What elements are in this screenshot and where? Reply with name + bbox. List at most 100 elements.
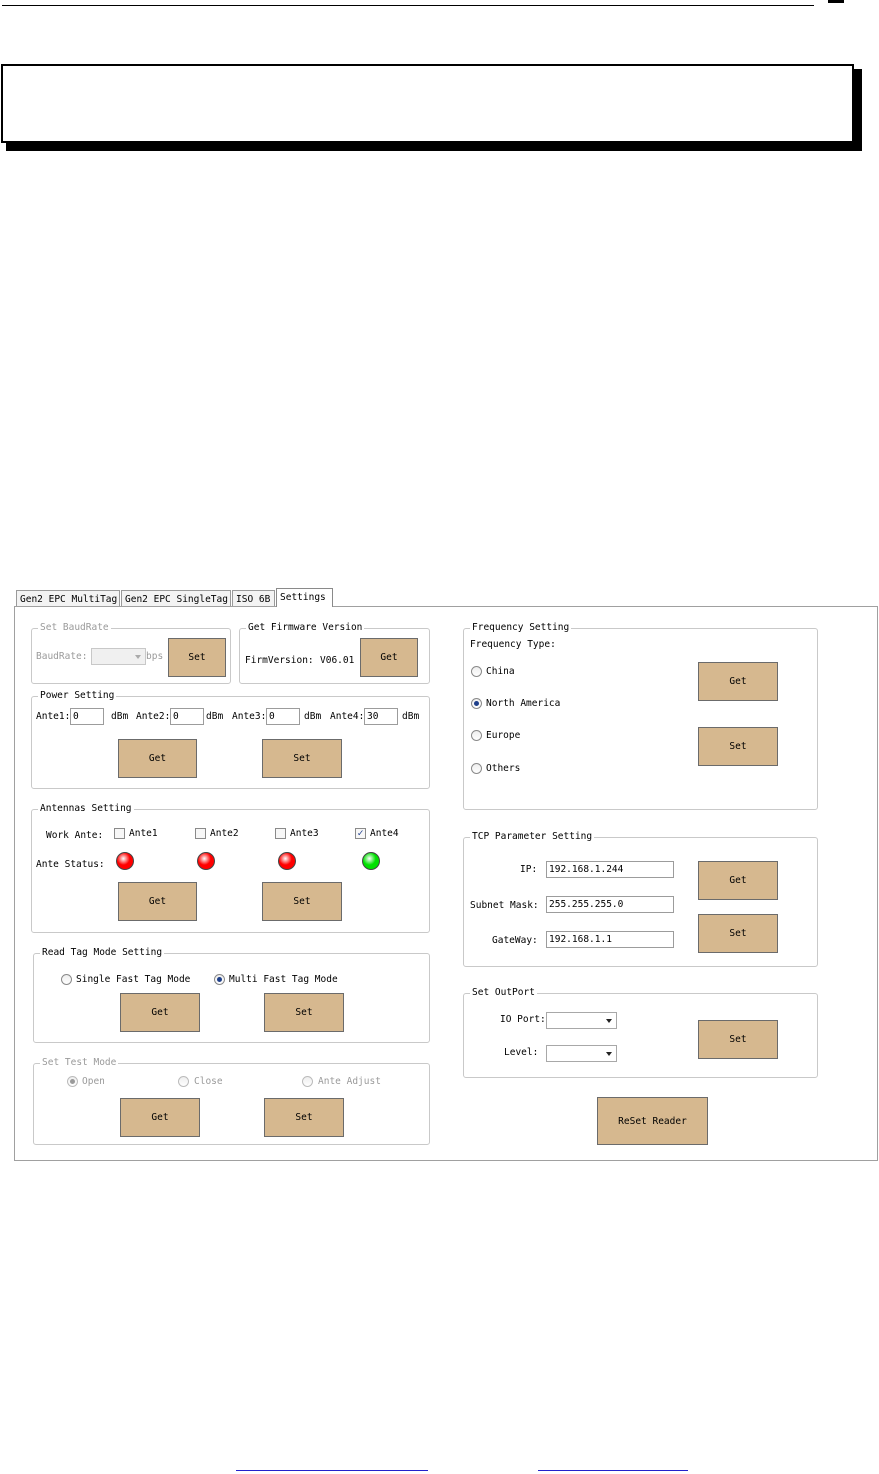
frequency-set-button[interactable]: Set <box>698 727 778 766</box>
power-ante3-unit: dBm <box>304 711 322 722</box>
test-mode-legend: Set Test Mode <box>40 1057 119 1069</box>
freq-others-label: Others <box>486 763 521 774</box>
multi-fast-radio[interactable] <box>214 974 225 985</box>
ante2-checkbox-label: Ante2 <box>210 828 239 839</box>
single-fast-radio[interactable] <box>61 974 72 985</box>
firmware-group: Get Firmware Version FirmVersion: V06.01… <box>239 622 430 684</box>
footer-link-1[interactable] <box>236 1470 428 1471</box>
power-get-button[interactable]: Get <box>118 739 197 778</box>
ante1-checkbox-label: Ante1 <box>129 828 158 839</box>
power-group: Power Setting Ante1: 0 dBm Ante2: 0 dBm … <box>31 690 430 789</box>
test-close-radio[interactable] <box>178 1076 189 1087</box>
tab-iso6b[interactable]: ISO 6B <box>232 590 275 607</box>
firmware-label: FirmVersion: <box>245 655 314 666</box>
tab-gen2-singletag[interactable]: Gen2 EPC SingleTag <box>121 590 231 607</box>
ip-input[interactable]: 192.168.1.244 <box>546 861 674 878</box>
test-ante-adjust-radio[interactable] <box>302 1076 313 1087</box>
baudrate-set-button[interactable]: Set <box>168 638 226 677</box>
freq-others-radio[interactable] <box>471 763 482 774</box>
ante4-checkbox-label: Ante4 <box>370 828 399 839</box>
baudrate-select[interactable] <box>91 648 146 665</box>
page-header-rule <box>2 5 814 6</box>
chevron-down-icon <box>135 655 141 659</box>
power-ante2-unit: dBm <box>206 711 224 722</box>
outport-legend: Set OutPort <box>470 987 537 999</box>
power-ante2-label: Ante2: <box>136 711 171 722</box>
power-ante1-unit: dBm <box>111 711 129 722</box>
firmware-legend: Get Firmware Version <box>246 622 365 634</box>
gateway-label: GateWay: <box>492 935 538 946</box>
freq-china-radio[interactable] <box>471 666 482 677</box>
footer-link-2[interactable] <box>538 1470 688 1471</box>
subnet-mask-label: Subnet Mask: <box>470 900 539 911</box>
io-port-label: IO Port: <box>500 1014 546 1025</box>
io-port-select[interactable] <box>546 1012 617 1029</box>
freq-north-america-radio[interactable] <box>471 698 482 709</box>
level-select[interactable] <box>546 1045 617 1062</box>
outport-group: Set OutPort IO Port: Level: Set <box>463 987 818 1078</box>
firmware-get-button[interactable]: Get <box>360 638 418 677</box>
ante4-checkbox[interactable]: ✓ <box>355 828 366 839</box>
antennas-legend: Antennas Setting <box>38 803 134 815</box>
ante3-checkbox[interactable] <box>275 828 286 839</box>
read-mode-set-button[interactable]: Set <box>264 993 344 1032</box>
antennas-set-button[interactable]: Set <box>262 882 342 921</box>
test-ante-adjust-label: Ante Adjust <box>318 1076 381 1087</box>
rfid-settings-window: Gen2 EPC MultiTag Gen2 EPC SingleTag ISO… <box>14 588 878 1161</box>
frequency-group: Frequency Setting Frequency Type: China … <box>463 622 818 810</box>
tcp-group: TCP Parameter Setting IP: 192.168.1.244 … <box>463 831 818 967</box>
tcp-set-button[interactable]: Set <box>698 914 778 953</box>
freq-china-label: China <box>486 666 515 677</box>
power-set-button[interactable]: Set <box>262 739 342 778</box>
frequency-get-button[interactable]: Get <box>698 662 778 701</box>
test-mode-group: Set Test Mode Open Close Ante Adjust Get… <box>33 1057 430 1145</box>
power-ante1-input[interactable]: 0 <box>70 708 104 725</box>
test-open-radio[interactable] <box>67 1076 78 1087</box>
freq-europe-radio[interactable] <box>471 730 482 741</box>
read-mode-legend: Read Tag Mode Setting <box>40 947 165 959</box>
tcp-get-button[interactable]: Get <box>698 861 778 900</box>
baudrate-label: BaudRate: <box>36 651 88 662</box>
read-mode-get-button[interactable]: Get <box>120 993 200 1032</box>
subnet-mask-input[interactable]: 255.255.255.0 <box>546 896 674 913</box>
settings-panel: Set BaudRate BaudRate: bps Set Get Firmw… <box>14 606 878 1161</box>
power-ante3-input[interactable]: 0 <box>266 708 300 725</box>
test-close-label: Close <box>194 1076 223 1087</box>
antennas-get-button[interactable]: Get <box>118 882 197 921</box>
gateway-input[interactable]: 192.168.1.1 <box>546 931 674 948</box>
test-mode-set-button[interactable]: Set <box>264 1098 344 1137</box>
firmware-version-value: V06.01 <box>320 655 355 666</box>
ante2-checkbox[interactable] <box>195 828 206 839</box>
title-box <box>1 64 854 143</box>
chevron-down-icon <box>606 1052 612 1056</box>
ante3-checkbox-label: Ante3 <box>290 828 319 839</box>
power-ante4-input[interactable]: 30 <box>364 708 398 725</box>
freq-europe-label: Europe <box>486 730 521 741</box>
ante2-status-led <box>197 852 215 870</box>
tcp-legend: TCP Parameter Setting <box>470 831 595 843</box>
ante1-status-led <box>116 852 134 870</box>
tab-gen2-multitag[interactable]: Gen2 EPC MultiTag <box>16 590 120 607</box>
chevron-down-icon <box>606 1019 612 1023</box>
power-ante3-label: Ante3: <box>232 711 267 722</box>
level-label: Level: <box>504 1047 539 1058</box>
ante1-checkbox[interactable] <box>114 828 125 839</box>
ante3-status-led <box>278 852 296 870</box>
power-ante1-label: Ante1: <box>36 711 71 722</box>
outport-set-button[interactable]: Set <box>698 1020 778 1059</box>
power-ante4-label: Ante4: <box>330 711 365 722</box>
test-mode-get-button[interactable]: Get <box>120 1098 200 1137</box>
frequency-type-label: Frequency Type: <box>470 639 556 650</box>
power-ante2-input[interactable]: 0 <box>170 708 204 725</box>
read-mode-group: Read Tag Mode Setting Single Fast Tag Mo… <box>33 947 430 1043</box>
power-legend: Power Setting <box>38 690 117 702</box>
antennas-group: Antennas Setting Work Ante: Ante1 Ante2 … <box>31 803 430 933</box>
frequency-legend: Frequency Setting <box>470 622 572 634</box>
ante-status-label: Ante Status: <box>36 859 105 870</box>
page-number-mark <box>828 0 844 3</box>
ante4-status-led <box>362 852 380 870</box>
reset-reader-button[interactable]: ReSet Reader <box>597 1097 708 1145</box>
freq-north-america-label: North America <box>486 698 561 709</box>
tab-settings[interactable]: Settings <box>276 588 333 607</box>
ip-label: IP: <box>520 864 538 875</box>
